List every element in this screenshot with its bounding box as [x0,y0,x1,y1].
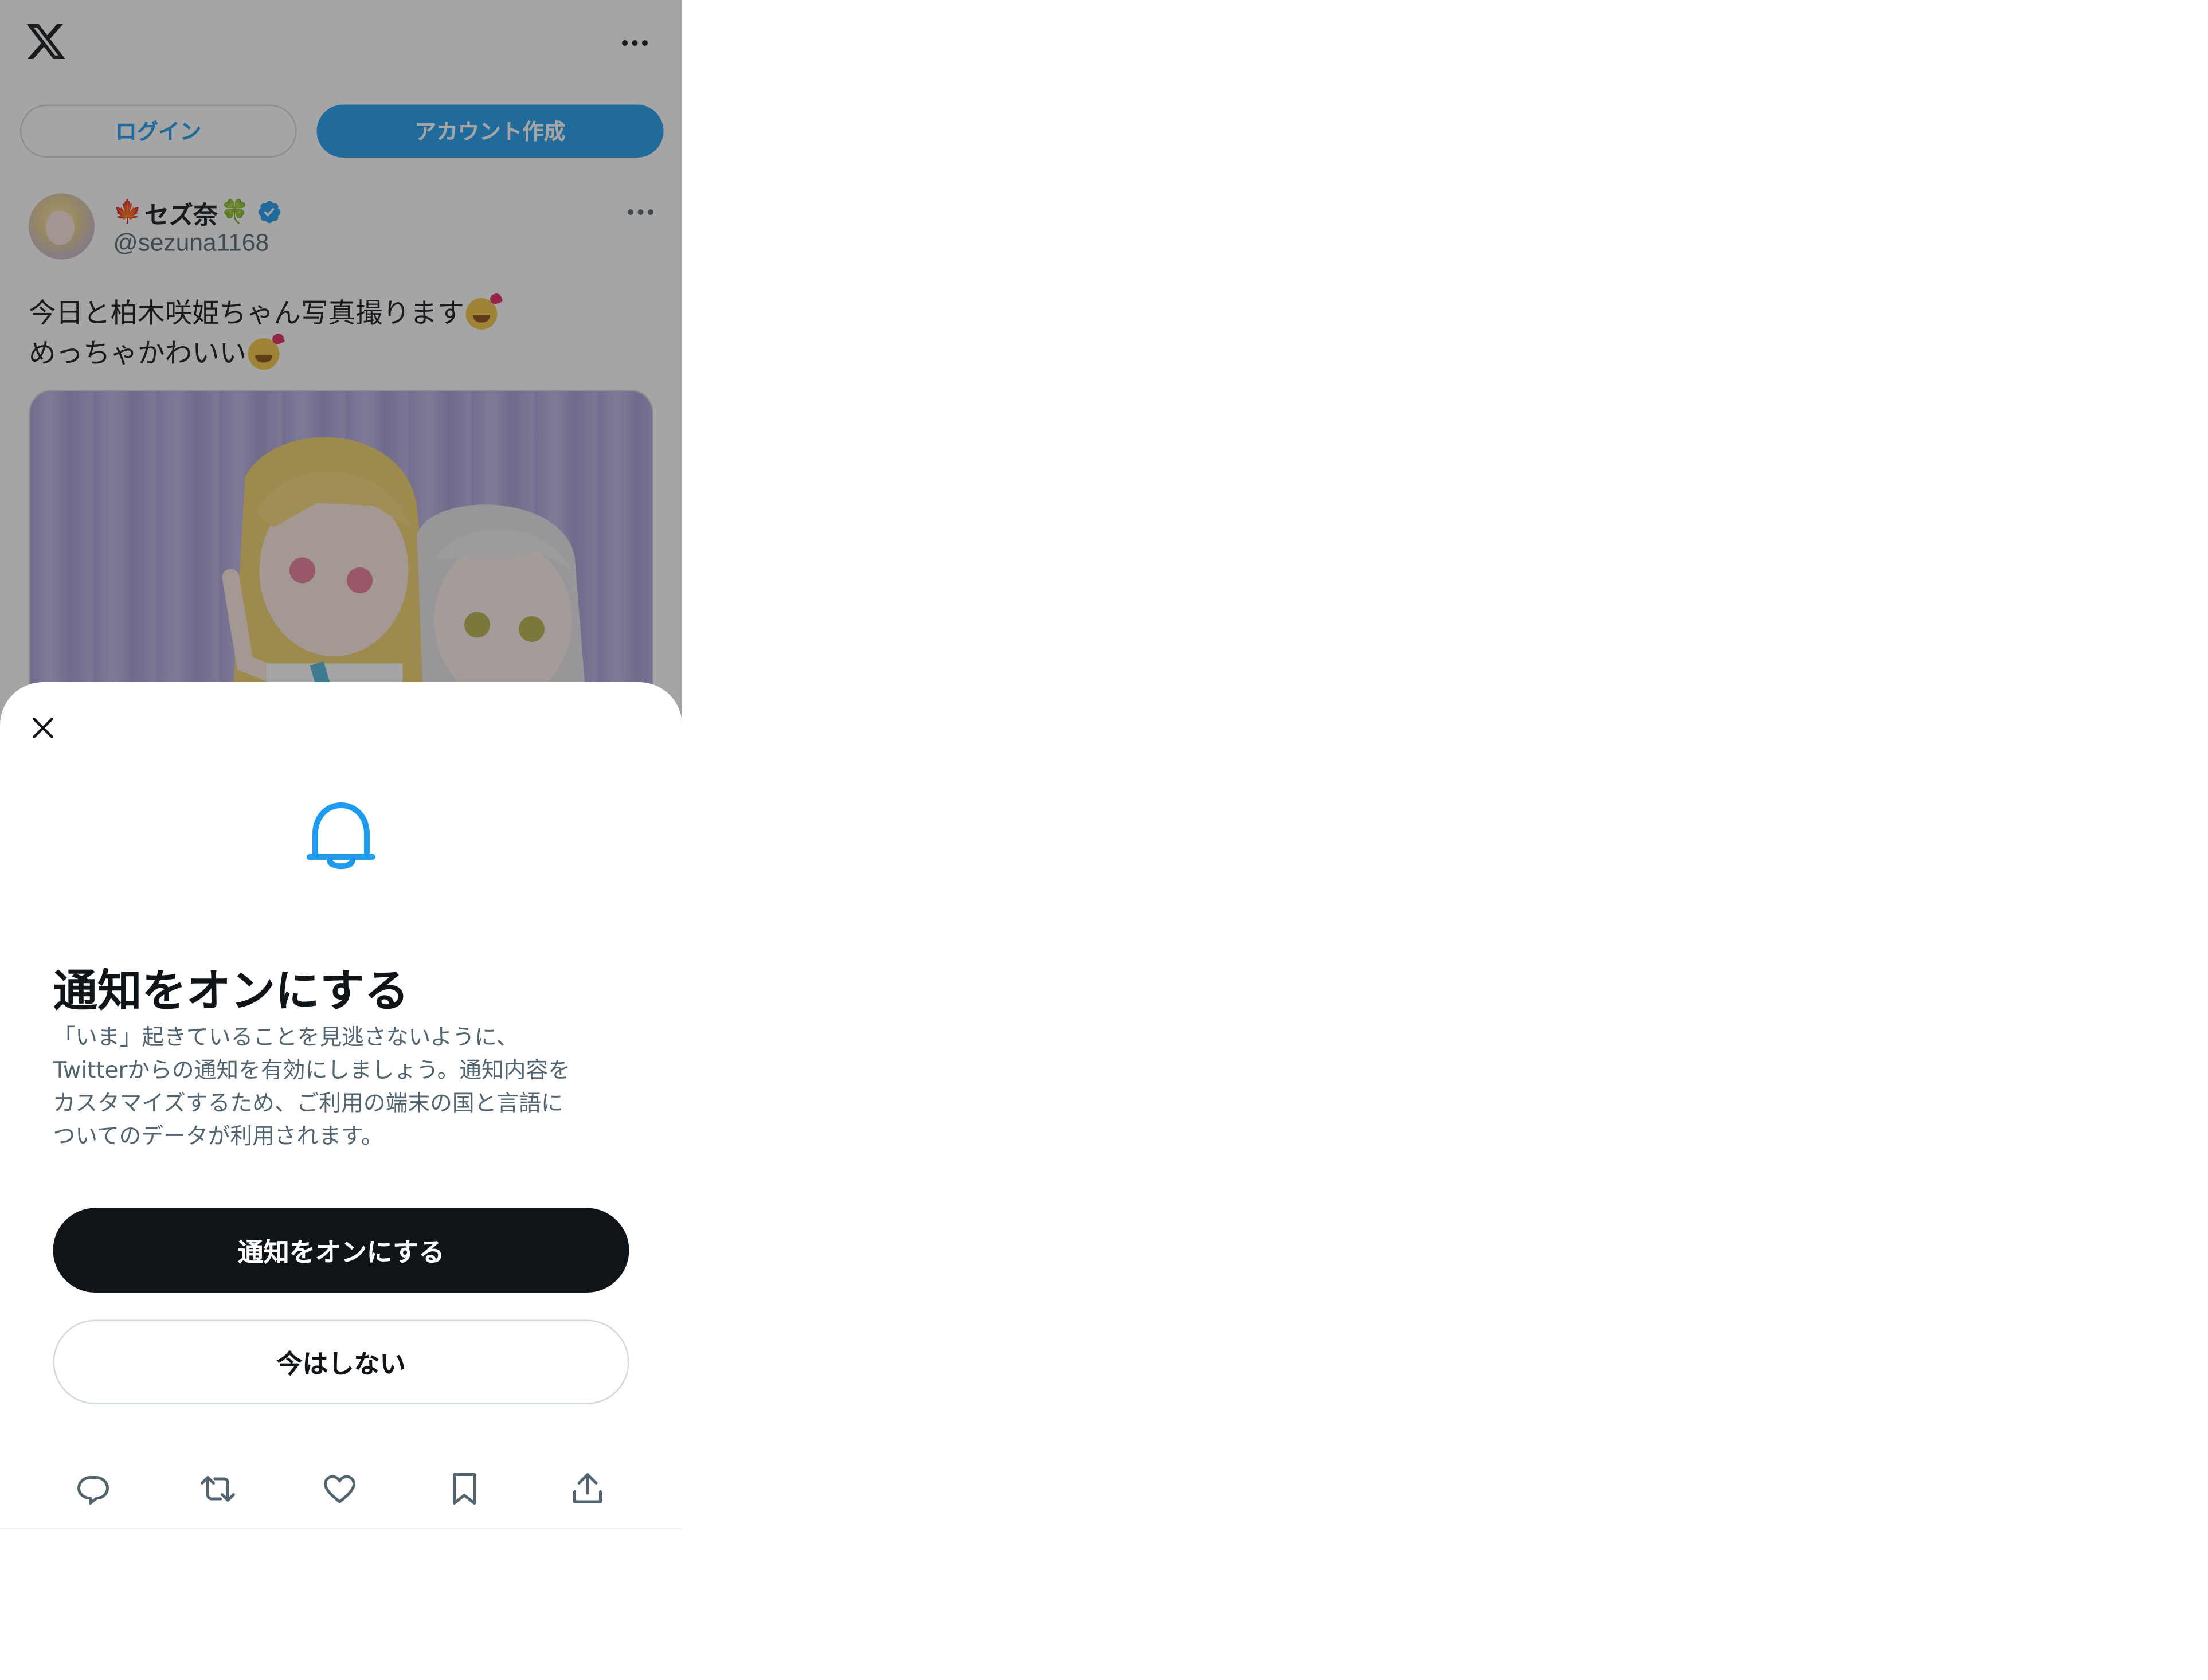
description-line: Twitterからの通知を有効にしましょう。通知内容を [53,1058,571,1083]
screen: ログイン アカウント作成 🍁 セズ奈 🍀 @sezuna1168 今日と柏木咲姫… [0,0,2208,1679]
tweet-action-bar [0,1456,682,1529]
reply-icon[interactable] [75,1470,112,1507]
sheet-description: 「いま」起きていることを見逃さないように、 Twitterからの通知を有効にしま… [53,1022,641,1154]
mobile-viewport: ログイン アカウント作成 🍁 セズ奈 🍀 @sezuna1168 今日と柏木咲姫… [0,0,682,1530]
retweet-icon[interactable] [199,1470,237,1507]
bell-icon [307,802,375,870]
description-line: カスタマイズするため、ご利用の端末の国と言語に [53,1090,563,1117]
not-now-button[interactable]: 今はしない [53,1319,629,1404]
notification-sheet: 通知をオンにする 「いま」起きていることを見逃さないように、 Twitterから… [0,682,682,1530]
description-line: 「いま」起きていることを見逃さないように、 [53,1024,519,1051]
bookmark-icon[interactable] [446,1470,483,1507]
like-icon[interactable] [321,1470,358,1507]
close-icon[interactable] [23,708,63,748]
share-icon[interactable] [569,1470,606,1507]
sheet-title: 通知をオンにする [53,966,409,1017]
turn-on-notifications-button[interactable]: 通知をオンにする [53,1208,629,1293]
description-line: ついてのデータが利用されます。 [53,1123,383,1149]
